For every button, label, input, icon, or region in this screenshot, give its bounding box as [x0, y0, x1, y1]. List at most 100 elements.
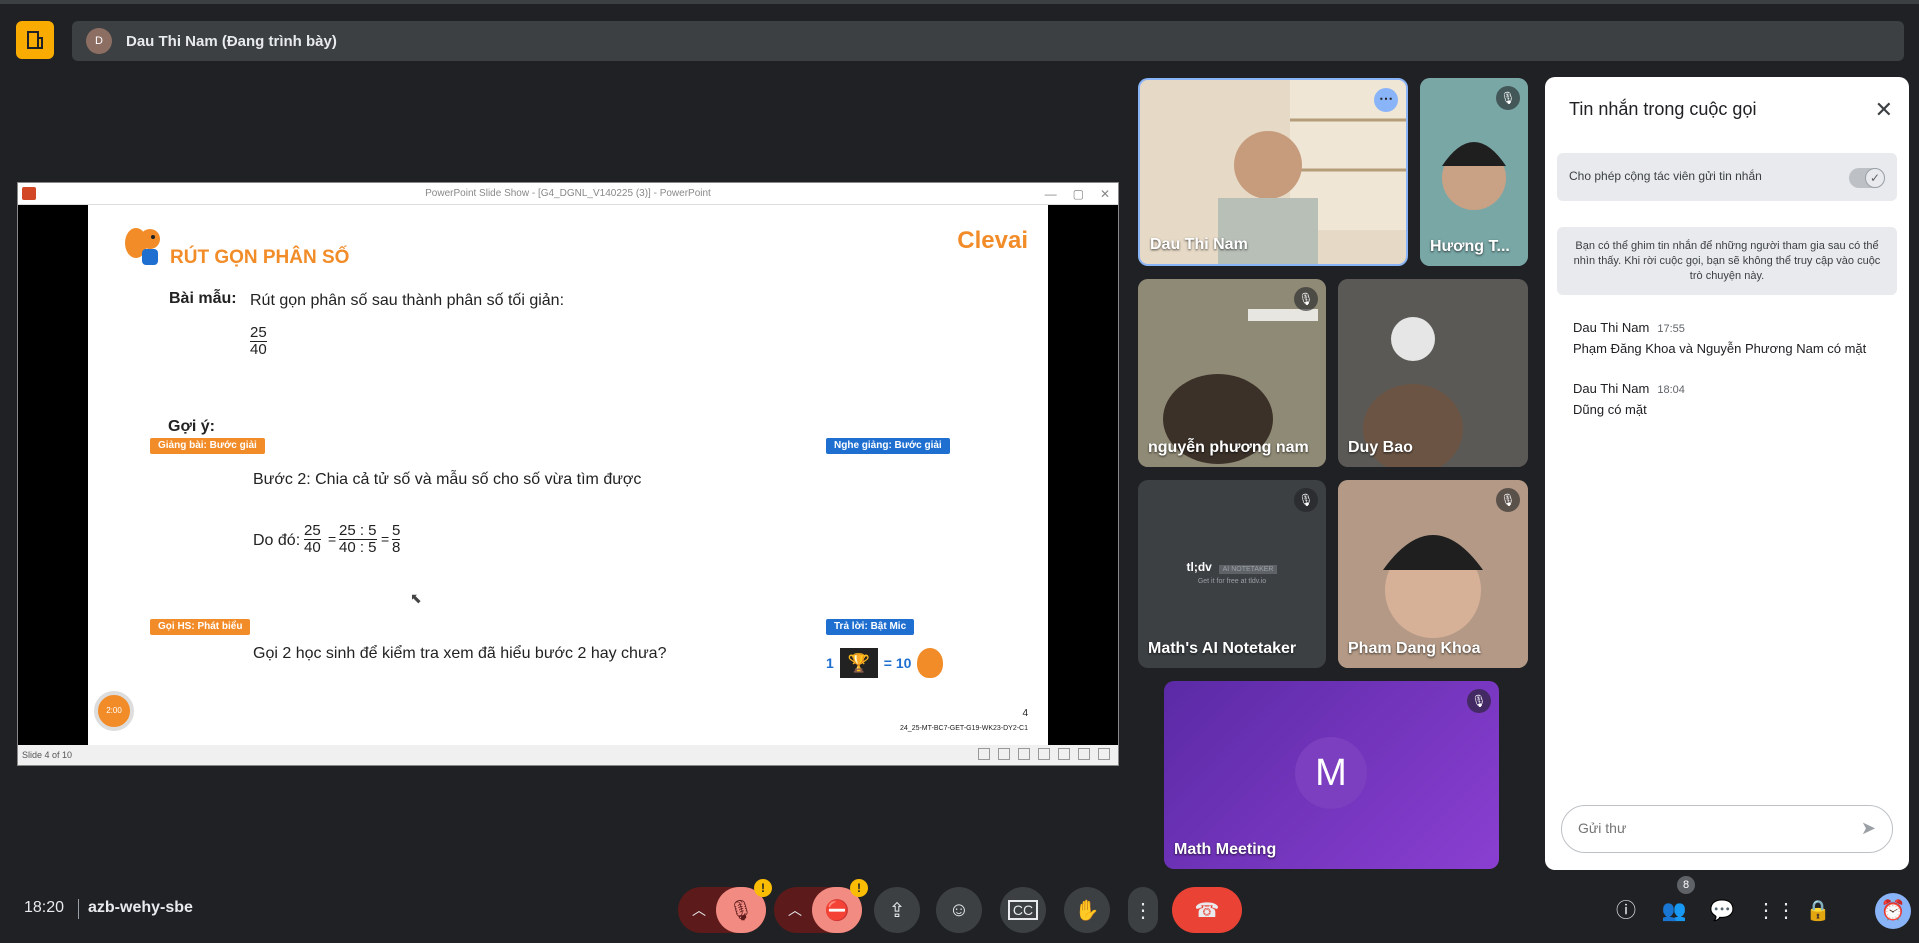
- people-icon[interactable]: 👥: [1660, 897, 1688, 925]
- fraction-numerator: 5: [392, 522, 401, 539]
- ppt-window-title: PowerPoint Slide Show - [G4_DGNL_V140225…: [425, 188, 711, 199]
- reward-row: 1 🏆 = 10: [826, 648, 944, 678]
- tag-lecture: Giảng bài: Bước giải: [150, 438, 265, 454]
- apps-icon[interactable]: ⋮⋮: [1756, 897, 1796, 925]
- sample-fraction: 25 40: [250, 325, 267, 358]
- chat-panel: Tin nhắn trong cuộc gọi ✕ Cho phép cộng …: [1545, 77, 1909, 870]
- chat-info: Bạn có thể ghim tin nhắn để những người …: [1557, 227, 1897, 295]
- participant-tile[interactable]: 🎙 Pham Dang Khoa: [1338, 480, 1528, 668]
- participant-name: Duy Bao: [1348, 439, 1413, 456]
- camera-off-icon: ⛔: [824, 899, 850, 922]
- chat-message: Dau Thi Nam 18:04 Dũng có mặt: [1573, 381, 1685, 417]
- powerpoint-icon: [22, 187, 36, 200]
- slide-stage: RÚT GỌN PHÂN SỐ Clevai Bài mẫu: Rút gọn …: [18, 205, 1118, 746]
- message-time: 18:04: [1657, 384, 1685, 396]
- participant-name: nguyễn phương nam: [1148, 439, 1309, 456]
- normal-view-icon[interactable]: [1038, 748, 1050, 760]
- prev-slide-icon[interactable]: [978, 748, 990, 760]
- trophy-icon: 🏆: [839, 648, 878, 678]
- message-sender: Dau Thi Nam: [1573, 381, 1650, 396]
- participant-name: Math Meeting: [1174, 841, 1277, 858]
- present-button[interactable]: ⇪: [874, 887, 920, 933]
- slide-title: RÚT GỌN PHÂN SỐ: [170, 247, 350, 268]
- message-sender: Dau Thi Nam: [1573, 320, 1650, 335]
- equals-sign: =: [381, 531, 390, 547]
- ppt-status-bar: Slide 4 of 10: [18, 745, 1118, 765]
- divider: [78, 899, 79, 919]
- step-text: Bước 2: Chia cả tử số và mẫu số cho số v…: [253, 471, 642, 488]
- participant-tile[interactable]: 🎙 Hương T...: [1420, 78, 1528, 266]
- maximize-icon[interactable]: ▢: [1073, 183, 1084, 205]
- avatar: D: [86, 28, 112, 54]
- mic-control: ︿ 🎙 !: [678, 879, 772, 933]
- chat-title: Tin nhắn trong cuộc gọi: [1569, 99, 1757, 119]
- mic-off-icon: 🎙: [1467, 689, 1491, 713]
- chat-message: Dau Thi Nam 17:55 Phạm Đăng Khoa và Nguyễ…: [1573, 320, 1866, 356]
- hand-icon: ✋: [1074, 899, 1100, 922]
- emoji-button[interactable]: ☺: [936, 887, 982, 933]
- minimize-icon[interactable]: —: [1045, 183, 1057, 205]
- info-icon[interactable]: ⓘ: [1612, 897, 1640, 925]
- more-options-button[interactable]: ⋮: [1128, 887, 1158, 933]
- people-count-badge: 8: [1677, 876, 1695, 894]
- chat-icon[interactable]: 💬: [1708, 897, 1736, 925]
- allow-messages-row: Cho phép cộng tác viên gửi tin nhắn ✓: [1557, 153, 1897, 201]
- fraction-denominator: 40 : 5: [339, 539, 377, 556]
- captions-button[interactable]: CC: [1000, 887, 1046, 933]
- meeting-code: azb-wehy-sbe: [88, 899, 193, 916]
- participant-tile[interactable]: tl;dv AI NOTETAKER Get it for free at tl…: [1138, 480, 1326, 668]
- equals-sign: =: [328, 531, 337, 547]
- fraction-denominator: 8: [392, 539, 401, 556]
- notetaker-tagline: Get it for free at tldv.io: [1197, 578, 1267, 585]
- close-icon[interactable]: ✕: [1875, 97, 1893, 123]
- slideshow-icon[interactable]: [1098, 748, 1110, 760]
- tag-listen: Nghe giảng: Bước giải: [826, 438, 950, 454]
- building-icon[interactable]: [16, 21, 54, 59]
- message-compose: ➤: [1561, 805, 1893, 853]
- captions-icon: CC: [1007, 900, 1039, 920]
- reward-count: 1: [826, 655, 834, 671]
- message-input[interactable]: [1578, 820, 1838, 836]
- more-options-icon[interactable]: ⋯: [1374, 88, 1398, 112]
- participant-tile[interactable]: Duy Bao: [1338, 279, 1528, 467]
- participant-tile[interactable]: ⋯ Dau Thi Nam: [1138, 78, 1408, 266]
- notes-icon[interactable]: [998, 748, 1010, 760]
- camera-button[interactable]: ⛔ !: [812, 879, 868, 933]
- tag-call: Gọi HS: Phát biểu: [150, 619, 251, 635]
- emoji-icon: ☺: [948, 898, 970, 921]
- next-slide-icon[interactable]: [1018, 748, 1030, 760]
- host-controls-icon[interactable]: 🔒: [1804, 897, 1832, 925]
- presenter-bar: D Dau Thi Nam (Đang trình bày): [72, 21, 1904, 61]
- participant-tile[interactable]: 🎙 nguyễn phương nam: [1138, 279, 1326, 467]
- notetaker-logo: tl;dv: [1186, 560, 1212, 574]
- chevron-up-icon[interactable]: ︿: [788, 900, 802, 920]
- more-vert-icon: ⋮: [1133, 899, 1153, 922]
- chevron-up-icon[interactable]: ︿: [692, 900, 706, 920]
- message-text: Phạm Đăng Khoa và Nguyễn Phương Nam có m…: [1573, 341, 1867, 356]
- clevai-logo: Clevai: [957, 227, 1028, 254]
- raise-hand-button[interactable]: ✋: [1064, 887, 1110, 933]
- slide: RÚT GỌN PHÂN SỐ Clevai Bài mẫu: Rút gọn …: [88, 205, 1048, 746]
- mic-button[interactable]: 🎙 !: [716, 879, 772, 933]
- fraction-denominator: 40: [304, 539, 321, 556]
- slide-counter: Slide 4 of 10: [22, 750, 73, 760]
- slide-page-number: 4: [1022, 708, 1028, 719]
- fraction-denominator: 40: [250, 341, 267, 358]
- tag-answer: Trả lời: Bật Mic: [826, 619, 915, 635]
- close-icon[interactable]: ✕: [1100, 183, 1110, 205]
- participant-name: Pham Dang Khoa: [1348, 640, 1481, 657]
- ppt-title-bar: PowerPoint Slide Show - [G4_DGNL_V140225…: [18, 183, 1118, 205]
- presentation-window: PowerPoint Slide Show - [G4_DGNL_V140225…: [17, 182, 1119, 766]
- participant-tile[interactable]: M 🎙 Math Meeting: [1164, 681, 1499, 869]
- send-icon[interactable]: ➤: [1861, 818, 1876, 839]
- leave-call-button[interactable]: ☎: [1172, 887, 1242, 933]
- clock: 18:20: [24, 899, 65, 916]
- check-icon: ✓: [1865, 168, 1885, 188]
- allow-messages-toggle[interactable]: ✓: [1849, 168, 1885, 188]
- timer-icon[interactable]: ⏰: [1875, 893, 1911, 929]
- camera-control: ︿ ⛔ !: [774, 879, 868, 933]
- reading-view-icon[interactable]: [1078, 748, 1090, 760]
- timer-badge: 2:00: [94, 691, 134, 731]
- mic-off-icon: 🎙: [1294, 488, 1318, 512]
- sorter-view-icon[interactable]: [1058, 748, 1070, 760]
